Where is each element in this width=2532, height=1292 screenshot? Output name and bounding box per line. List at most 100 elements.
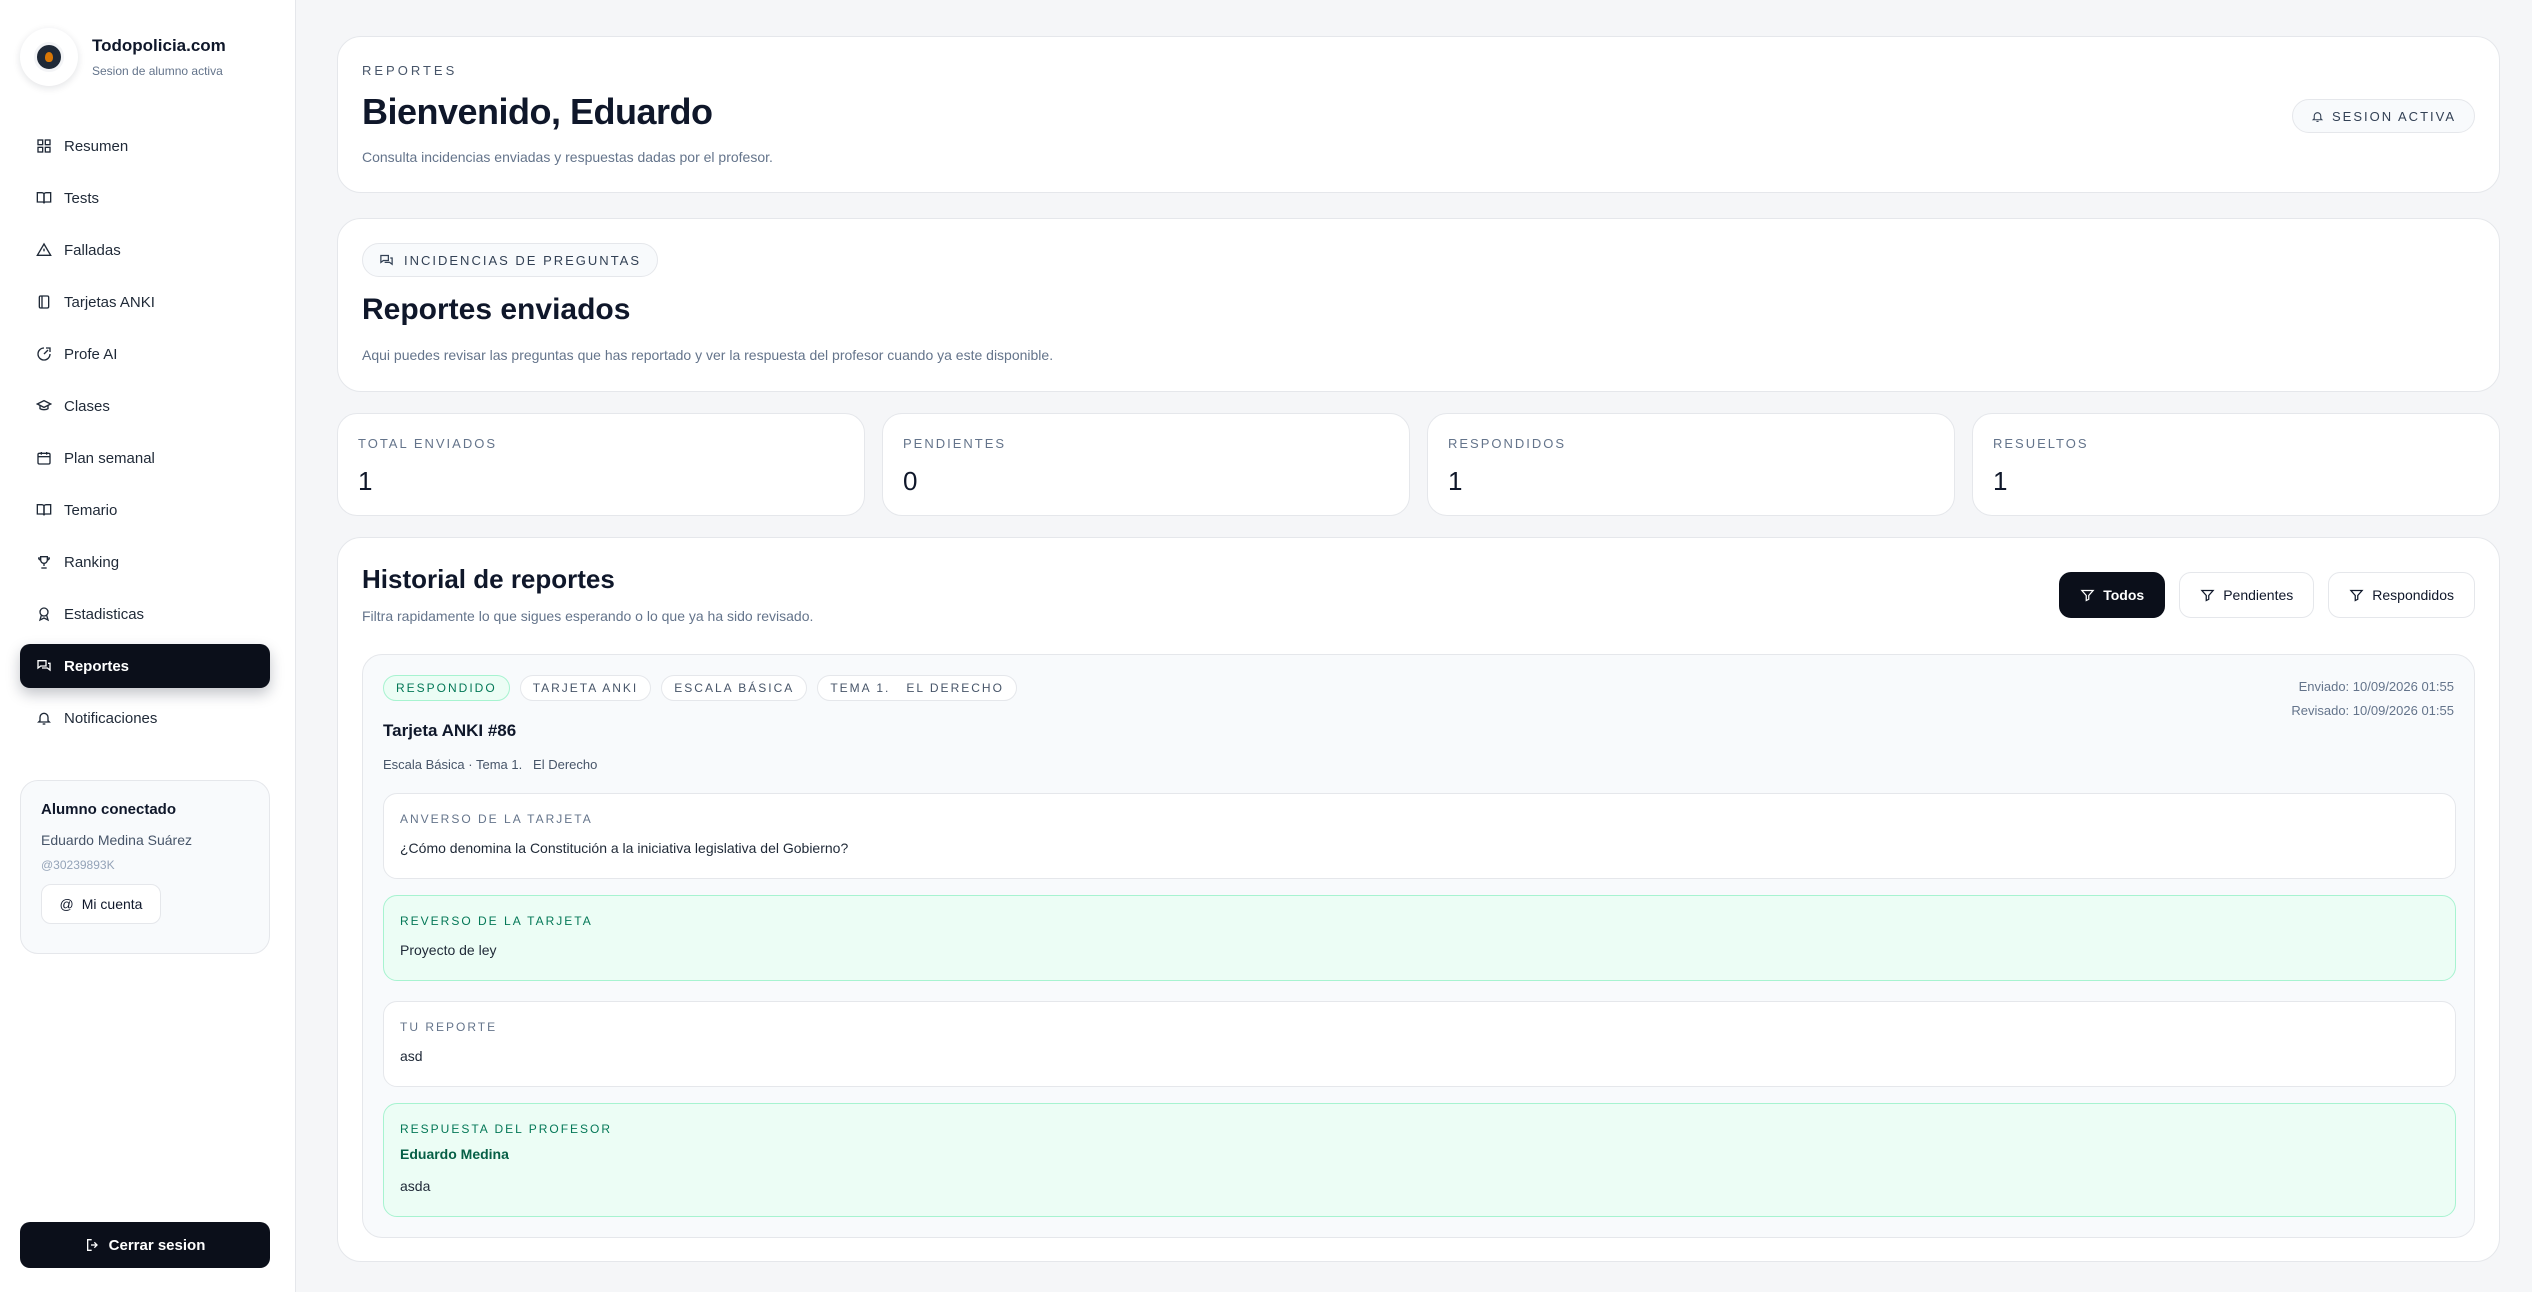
sidebar-item-label: Estadisticas [64,605,145,623]
brand[interactable]: Todopolicia.com Sesion de alumno activa [20,28,226,86]
sidebar-item-temario[interactable]: Temario [20,488,270,532]
grid-icon [36,138,52,154]
status-badge: RESPONDIDO [383,675,510,701]
report-title: Tarjeta ANKI #86 [383,721,517,740]
sidebar-item-clases[interactable]: Clases [20,384,270,428]
page-eyebrow: REPORTES [362,63,458,78]
sidebar-item-estadisticas[interactable]: Estadisticas [20,592,270,636]
teacher-answer-author: Eduardo Medina [400,1146,509,1162]
stat-label: RESUELTOS [1993,436,2089,451]
ai-icon [36,346,52,362]
sidebar-item-tarjetas-anki[interactable]: Tarjetas ANKI [20,280,270,324]
warning-icon [36,242,52,258]
stat-card-total: TOTAL ENVIADOS 1 [337,413,865,516]
trophy-icon [36,554,52,570]
logout-button[interactable]: Cerrar sesion [20,1222,270,1268]
sidebar-item-tests[interactable]: Tests [20,176,270,220]
stat-card-respondidos: RESPONDIDOS 1 [1427,413,1955,516]
sidebar-item-label: Ranking [64,553,120,571]
calendar-icon [36,450,52,466]
cards-icon [36,294,52,310]
stat-card-pendientes: PENDIENTES 0 [882,413,1410,516]
sidebar-item-label: Clases [64,397,110,415]
your-report-box: TU REPORTE asd [383,1001,2456,1087]
filter-todos-button[interactable]: Todos [2059,572,2166,618]
report-tags: RESPONDIDO TARJETA ANKI ESCALA BÁSICA TE… [383,675,1027,701]
card-back-box: REVERSO DE LA TARJETA Proyecto de ley [383,895,2456,981]
filter-label: Pendientes [2223,587,2294,603]
student-id: @30239893K [41,858,115,872]
card-front-label: ANVERSO DE LA TARJETA [400,812,593,826]
student-card: Alumno conectado Eduardo Medina Suárez @… [20,780,270,954]
student-card-title: Alumno conectado [41,801,177,818]
book-icon [36,190,52,206]
category-badge: INCIDENCIAS DE PREGUNTAS [362,243,659,277]
filter-respondidos-button[interactable]: Respondidos [2328,572,2475,618]
sidebar-item-label: Profe AI [64,345,118,363]
sidebar-item-label: Tarjetas ANKI [64,293,155,311]
page-title: Bienvenido, Eduardo [362,91,713,132]
stat-value: 1 [1993,466,2008,496]
section-subtitle: Aqui puedes revisar las preguntas que ha… [362,347,1054,363]
sidebar-item-plan-semanal[interactable]: Plan semanal [20,436,270,480]
history-filters: Todos Pendientes Respondidos [2045,572,2475,618]
section-header-card: INCIDENCIAS DE PREGUNTAS Reportes enviad… [337,218,2500,392]
filter-label: Todos [2103,587,2145,603]
sidebar-item-notificaciones[interactable]: Notificaciones [20,696,270,740]
at-sign-icon: @ [59,896,74,912]
my-account-label: Mi cuenta [81,896,143,912]
hero-card: REPORTES Bienvenido, Eduardo Consulta in… [337,36,2500,193]
stat-label: PENDIENTES [903,436,1007,451]
bell-icon [2311,111,2324,122]
type-badge: TARJETA ANKI [519,675,652,701]
filter-icon [2080,589,2095,602]
history-card: Historial de reportes Filtra rapidamente… [337,537,2500,1262]
filter-icon [2349,589,2364,602]
stat-label: TOTAL ENVIADOS [358,436,498,451]
topic-badge: TEMA 1. EL DERECHO [817,675,1017,701]
chat-icon [36,658,52,674]
sidebar-item-label: Tests [64,189,100,207]
sidebar-item-label: Plan semanal [64,449,155,467]
sidebar-item-ranking[interactable]: Ranking [20,540,270,584]
card-back-label: REVERSO DE LA TARJETA [400,914,593,928]
section-title: Reportes enviados [362,293,631,326]
report-dates: Enviado: 10/09/2026 01:55 Revisado: 10/0… [2291,675,2454,723]
page-subtitle: Consulta incidencias enviadas y respuest… [362,149,773,165]
sidebar-item-falladas[interactable]: Falladas [20,228,270,272]
category-label: INCIDENCIAS DE PREGUNTAS [404,252,642,268]
logout-label: Cerrar sesion [108,1236,206,1254]
report-item: RESPONDIDO TARJETA ANKI ESCALA BÁSICA TE… [362,654,2475,1238]
stat-value: 1 [358,466,373,496]
stat-card-resueltos: RESUELTOS 1 [1972,413,2500,516]
sidebar-item-label: Temario [64,501,118,519]
stat-label: RESPONDIDOS [1448,436,1567,451]
sidebar-item-label: Resumen [64,137,129,155]
sidebar-item-resumen[interactable]: Resumen [20,124,270,168]
book-open-icon [36,502,52,518]
sidebar-nav: Resumen Tests Falladas Tarjetas ANKI Pro… [20,124,270,748]
sidebar-item-label: Falladas [64,241,121,259]
history-subtitle: Filtra rapidamente lo que sigues esperan… [362,608,814,624]
your-report-label: TU REPORTE [400,1020,498,1034]
card-front-box: ANVERSO DE LA TARJETA ¿Cómo denomina la … [383,793,2456,879]
brand-name: Todopolicia.com [92,36,226,55]
session-status-badge: SESION ACTIVA [2291,99,2475,133]
my-account-button[interactable]: @ Mi cuenta [41,884,161,924]
filter-pendientes-button[interactable]: Pendientes [2179,572,2315,618]
stat-value: 1 [1448,466,1463,496]
teacher-answer-box: RESPUESTA DEL PROFESOR Eduardo Medina as… [383,1103,2456,1217]
sidebar-item-label: Notificaciones [64,709,158,727]
sent-date: Enviado: 10/09/2026 01:55 [2298,679,2454,694]
chat-icon [380,254,393,265]
reviewed-date: Revisado: 10/09/2026 01:55 [2291,703,2454,718]
teacher-answer-label: RESPUESTA DEL PROFESOR [400,1122,613,1136]
sidebar: Todopolicia.com Sesion de alumno activa … [0,0,296,1292]
logout-icon [86,1239,98,1251]
sidebar-item-reportes[interactable]: Reportes [20,644,270,688]
chart-icon [36,606,52,622]
your-report-text: asd [400,1048,423,1064]
history-title: Historial de reportes [362,564,615,594]
sidebar-item-profe-ai[interactable]: Profe AI [20,332,270,376]
sidebar-item-label: Reportes [64,657,130,675]
